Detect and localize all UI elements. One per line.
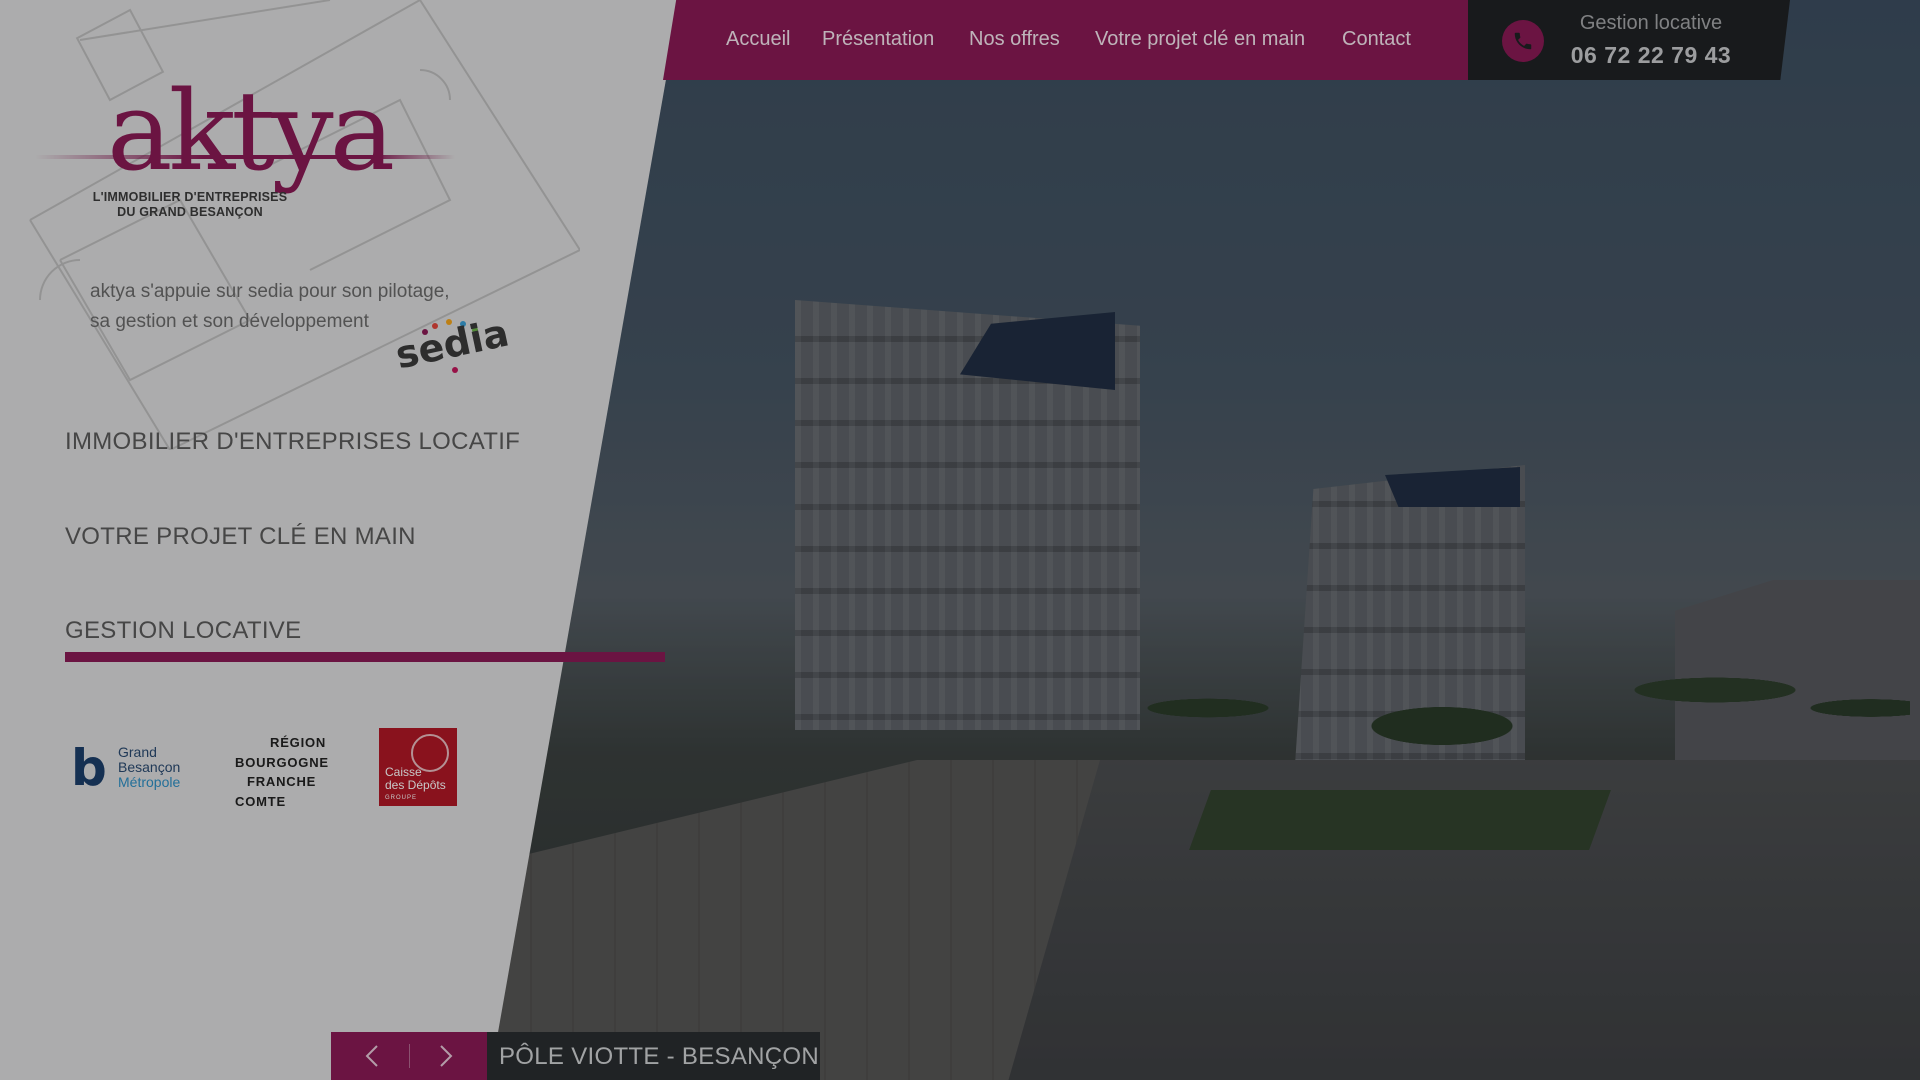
slide-caption-box: PÔLE VIOTTE - BESANÇON [487,1032,820,1080]
side-menu-item-immobilier[interactable]: IMMOBILIER D'ENTREPRISES LOCATIF [65,428,520,456]
side-menu-item-gestion[interactable]: GESTION LOCATIVE [65,617,301,645]
partner-logos: b Grand Besançon Métropole RÉGION BOURGO… [68,725,488,815]
region-bourgogne-franche-comte-logo[interactable]: RÉGION BOURGOGNE FRANCHE COMTE [235,733,345,811]
nav-nos-offres[interactable]: Nos offres [969,28,1060,51]
nav-contact[interactable]: Contact [1342,28,1411,51]
nav-accueil[interactable]: Accueil [726,28,790,51]
slider-controls [331,1032,487,1080]
side-menu-item-projet[interactable]: VOTRE PROJET CLÉ EN MAIN [65,523,416,551]
contact-phone[interactable]: 06 72 22 79 43 [1566,42,1736,69]
nav-projet-cle-en-main[interactable]: Votre projet clé en main [1095,28,1305,51]
slide-caption: PÔLE VIOTTE - BESANÇON [499,1043,819,1070]
chevron-right-icon[interactable] [425,1040,465,1072]
phone-icon[interactable] [1502,20,1544,62]
aktya-logo[interactable]: aktya L'IMMOBILIER D'ENTREPRISES DU GRAN… [35,67,485,225]
logo-wordmark: aktya [107,67,395,195]
nav-presentation[interactable]: Présentation [822,28,934,51]
caisse-des-depots-logo[interactable]: Caisse des Dépôts GROUPE [379,728,457,806]
logo-tagline: L'IMMOBILIER D'ENTREPRISES DU GRAND BESA… [92,190,288,219]
grand-besancon-metropole-logo[interactable]: b Grand Besançon Métropole [68,743,198,793]
active-indicator [65,652,665,662]
contact-label: Gestion locative [1579,12,1723,34]
chevron-left-icon[interactable] [353,1040,393,1072]
